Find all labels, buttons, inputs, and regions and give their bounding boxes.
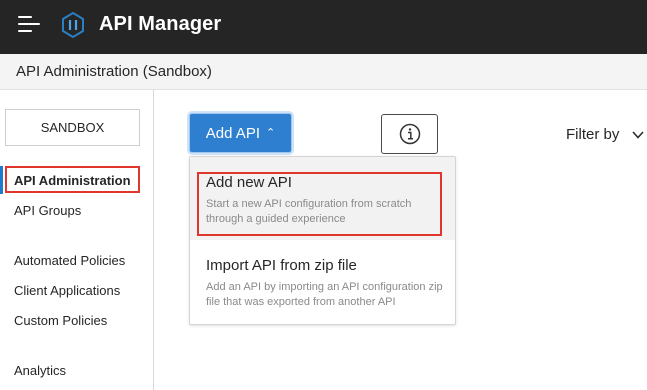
- top-app-bar: API Manager: [0, 0, 647, 54]
- add-api-label: Add API: [205, 124, 260, 142]
- sidebar-item-client-applications[interactable]: Client Applications: [14, 283, 120, 298]
- page-subheader: API Administration (Sandbox): [0, 54, 647, 90]
- highlight-box: [197, 172, 442, 236]
- info-icon: [399, 123, 421, 145]
- add-api-button[interactable]: Add API ⌃: [189, 113, 292, 153]
- sidebar-item-custom-policies[interactable]: Custom Policies: [14, 313, 107, 328]
- chevron-down-icon: [631, 126, 644, 143]
- filter-by-dropdown[interactable]: Filter by: [566, 126, 644, 143]
- breadcrumb: API Administration (Sandbox): [16, 63, 212, 80]
- menu-item-title: Import API from zip file: [206, 257, 357, 274]
- sidebar: SANDBOX API Administration API Groups Au…: [0, 90, 154, 390]
- sidebar-item-analytics[interactable]: Analytics: [14, 363, 66, 378]
- active-indicator: [0, 166, 3, 194]
- api-manager-logo-icon: [62, 12, 84, 38]
- sidebar-item-automated-policies[interactable]: Automated Policies: [14, 253, 125, 268]
- app-title: API Manager: [99, 13, 222, 35]
- menu-item-import-api-zip[interactable]: Import API from zip file Add an API by i…: [190, 240, 455, 324]
- environment-button[interactable]: SANDBOX: [5, 109, 140, 146]
- sidebar-item-api-groups[interactable]: API Groups: [14, 203, 81, 218]
- filter-by-label: Filter by: [566, 126, 620, 143]
- highlight-box: [5, 166, 140, 193]
- info-button[interactable]: [381, 114, 438, 154]
- menu-item-description: Add an API by importing an API configura…: [206, 281, 443, 308]
- chevron-up-icon: ⌃: [266, 126, 276, 139]
- hamburger-menu-icon[interactable]: [18, 14, 40, 34]
